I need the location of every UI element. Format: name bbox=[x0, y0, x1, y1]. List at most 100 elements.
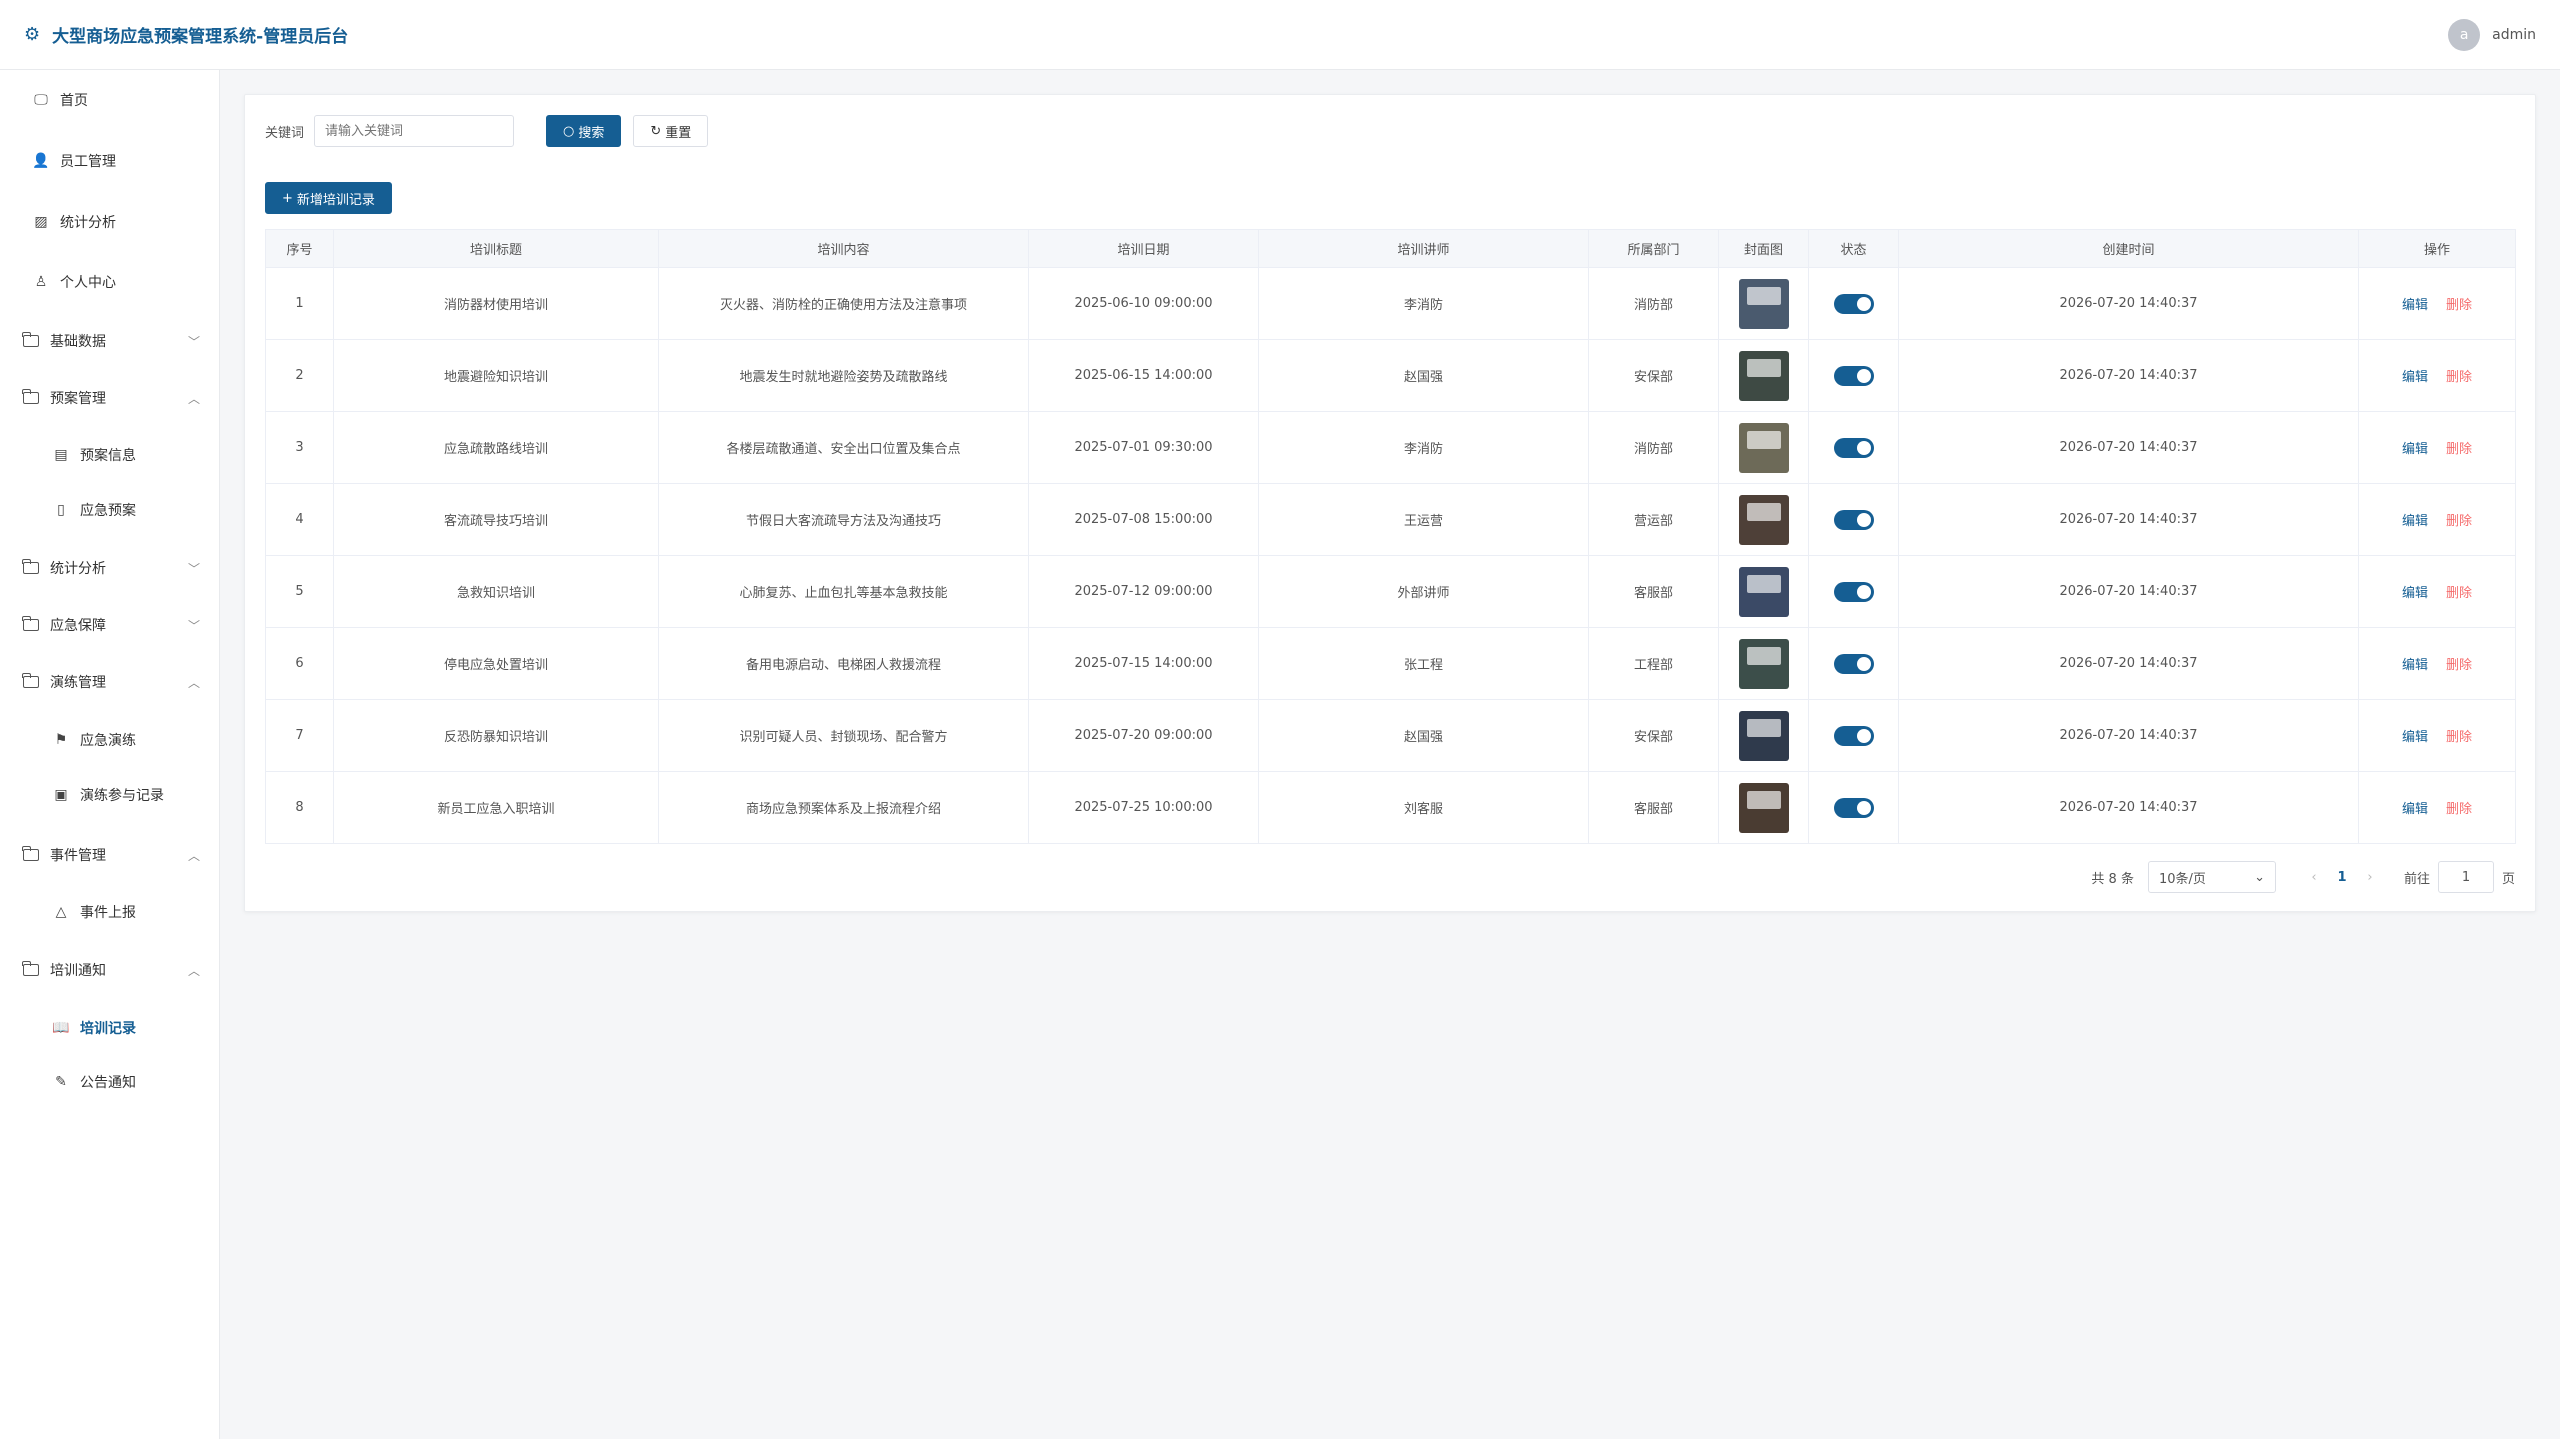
status-toggle[interactable] bbox=[1833, 293, 1874, 314]
cell-title: 客流疏导技巧培训 bbox=[333, 483, 659, 556]
cell-actions: 编辑 删除 bbox=[2358, 411, 2516, 484]
cell-actions: 编辑 删除 bbox=[2358, 771, 2516, 844]
goto-label: 前往 bbox=[2403, 871, 2430, 887]
sidebar-item-15[interactable]: 培训通知 ︿ bbox=[0, 950, 220, 990]
cover-thumbnail[interactable] bbox=[1738, 278, 1789, 329]
sidebar-item-5[interactable]: 预案管理 ︿ bbox=[0, 378, 220, 418]
status-toggle[interactable] bbox=[1833, 509, 1874, 530]
cell-cover bbox=[1718, 483, 1809, 556]
cell-status bbox=[1808, 483, 1899, 556]
top-header: ⚙ 大型商场应急预案管理系统-管理员后台 a admin bbox=[0, 0, 2560, 70]
edit-button[interactable]: 编辑 bbox=[2402, 730, 2428, 745]
sidebar-item-1[interactable]: 👤 员工管理 bbox=[0, 141, 220, 181]
delete-button[interactable]: 删除 bbox=[2446, 586, 2472, 601]
chevron-down-icon: ﹀ bbox=[187, 618, 200, 633]
page-number[interactable]: 1 bbox=[2328, 870, 2356, 885]
user-outline-icon: ♙ bbox=[34, 274, 48, 290]
cell-dept: 工程部 bbox=[1588, 627, 1719, 700]
status-toggle[interactable] bbox=[1833, 437, 1874, 458]
cell-created: 2026-07-20 14:40:37 bbox=[1898, 267, 2359, 340]
page-size-select[interactable]: 10条/页 ⌄ bbox=[2147, 861, 2276, 893]
user-menu[interactable]: a admin bbox=[2448, 18, 2536, 51]
cell-dept: 消防部 bbox=[1588, 267, 1719, 340]
delete-button[interactable]: 删除 bbox=[2446, 730, 2472, 745]
next-page-button[interactable]: › bbox=[2356, 870, 2384, 885]
sidebar-item-13[interactable]: 事件管理 ︿ bbox=[0, 835, 220, 875]
sidebar-item-2[interactable]: ▨ 统计分析 bbox=[0, 202, 220, 242]
sidebar-item-3[interactable]: ♙ 个人中心 bbox=[0, 262, 220, 302]
cover-thumbnail[interactable] bbox=[1738, 782, 1789, 833]
cell-cover bbox=[1718, 555, 1809, 628]
keyword-label: 关键词 bbox=[265, 125, 305, 141]
training-table-wrap: 序号 培训标题 培训内容 培训日期 培训讲师 所属部门 封面图 状态 创建时间 操作 1 消防器材使… bbox=[265, 229, 2516, 844]
delete-button[interactable]: 删除 bbox=[2446, 442, 2472, 457]
cell-created: 2026-07-20 14:40:37 bbox=[1898, 411, 2359, 484]
sidebar-item-label: 演练管理 bbox=[50, 675, 106, 691]
sidebar-item-label: 应急保障 bbox=[50, 618, 106, 634]
status-toggle[interactable] bbox=[1833, 725, 1874, 746]
open-book-icon: 📖 bbox=[52, 1020, 70, 1036]
cell-created: 2026-07-20 14:40:37 bbox=[1898, 339, 2359, 412]
avatar[interactable]: a bbox=[2448, 18, 2481, 51]
sidebar-item-0[interactable]: 🖵 首页 bbox=[0, 80, 220, 120]
cover-thumbnail[interactable] bbox=[1738, 422, 1789, 473]
cell-dept: 客服部 bbox=[1588, 555, 1719, 628]
reset-button[interactable]: ↻ 重置 bbox=[633, 115, 709, 147]
delete-button[interactable]: 删除 bbox=[2446, 514, 2472, 529]
sidebar-item-12[interactable]: ▣ 演练参与记录 bbox=[0, 775, 220, 815]
status-toggle[interactable] bbox=[1833, 365, 1874, 386]
cell-cover bbox=[1718, 267, 1809, 340]
sidebar-item-17[interactable]: ✎ 公告通知 bbox=[0, 1062, 220, 1102]
folder-icon bbox=[22, 332, 40, 347]
status-toggle[interactable] bbox=[1833, 797, 1874, 818]
cell-content: 识别可疑人员、封锁现场、配合警方 bbox=[658, 699, 1029, 772]
sidebar-item-7[interactable]: ▯ 应急预案 bbox=[0, 490, 220, 530]
cell-actions: 编辑 删除 bbox=[2358, 699, 2516, 772]
cell-date: 2025-07-20 09:00:00 bbox=[1028, 699, 1259, 772]
cover-thumbnail[interactable] bbox=[1738, 494, 1789, 545]
search-button[interactable]: ○ 搜索 bbox=[546, 115, 622, 147]
sidebar-item-14[interactable]: △ 事件上报 bbox=[0, 892, 220, 932]
username[interactable]: admin bbox=[2492, 27, 2536, 43]
edit-button[interactable]: 编辑 bbox=[2402, 802, 2428, 817]
cell-actions: 编辑 删除 bbox=[2358, 555, 2516, 628]
sidebar-item-10[interactable]: 演练管理 ︿ bbox=[0, 662, 220, 702]
sidebar-item-6[interactable]: ▤ 预案信息 bbox=[0, 435, 220, 475]
table-row: 6 停电应急处置培训 备用电源启动、电梯困人救援流程 2025-07-15 14:00… bbox=[265, 627, 2516, 700]
delete-button[interactable]: 删除 bbox=[2446, 802, 2472, 817]
edit-button[interactable]: 编辑 bbox=[2402, 370, 2428, 385]
sidebar-item-11[interactable]: ⚑ 应急演练 bbox=[0, 720, 220, 760]
goto-page-input[interactable] bbox=[2437, 861, 2494, 893]
plus-icon: + bbox=[282, 190, 293, 206]
sidebar-item-9[interactable]: 应急保障 ﹀ bbox=[0, 605, 220, 645]
status-toggle[interactable] bbox=[1833, 581, 1874, 602]
status-toggle[interactable] bbox=[1833, 653, 1874, 674]
delete-button[interactable]: 删除 bbox=[2446, 370, 2472, 385]
edit-button[interactable]: 编辑 bbox=[2402, 442, 2428, 457]
edit-button[interactable]: 编辑 bbox=[2402, 298, 2428, 313]
sidebar-item-label: 统计分析 bbox=[60, 215, 116, 231]
sidebar-item-8[interactable]: 统计分析 ﹀ bbox=[0, 548, 220, 588]
cover-thumbnail[interactable] bbox=[1738, 710, 1789, 761]
delete-button[interactable]: 删除 bbox=[2446, 298, 2472, 313]
cover-thumbnail[interactable] bbox=[1738, 350, 1789, 401]
search-icon: ○ bbox=[563, 123, 575, 139]
cover-thumbnail[interactable] bbox=[1738, 638, 1789, 689]
chevron-down-icon: ﹀ bbox=[187, 561, 200, 576]
keyword-input[interactable] bbox=[314, 115, 515, 147]
folder-icon bbox=[22, 673, 40, 688]
sidebar-item-16[interactable]: 📖 培训记录 bbox=[0, 1008, 220, 1048]
sidebar-item-label: 预案信息 bbox=[80, 448, 136, 464]
training-table: 序号 培训标题 培训内容 培训日期 培训讲师 所属部门 封面图 状态 创建时间 操作 1 消防器材使… bbox=[265, 229, 2516, 844]
sidebar-item-4[interactable]: 基础数据 ﹀ bbox=[0, 321, 220, 361]
edit-button[interactable]: 编辑 bbox=[2402, 514, 2428, 529]
search-bar: 关键词 ○ 搜索 ↻ 重置 bbox=[265, 115, 709, 147]
cell-title: 消防器材使用培训 bbox=[333, 267, 659, 340]
edit-button[interactable]: 编辑 bbox=[2402, 586, 2428, 601]
delete-button[interactable]: 删除 bbox=[2446, 658, 2472, 673]
prev-page-button[interactable]: ‹ bbox=[2300, 870, 2328, 885]
cover-thumbnail[interactable] bbox=[1738, 566, 1789, 617]
folder-icon bbox=[22, 389, 40, 404]
add-training-button[interactable]: + 新增培训记录 bbox=[265, 182, 392, 214]
edit-button[interactable]: 编辑 bbox=[2402, 658, 2428, 673]
